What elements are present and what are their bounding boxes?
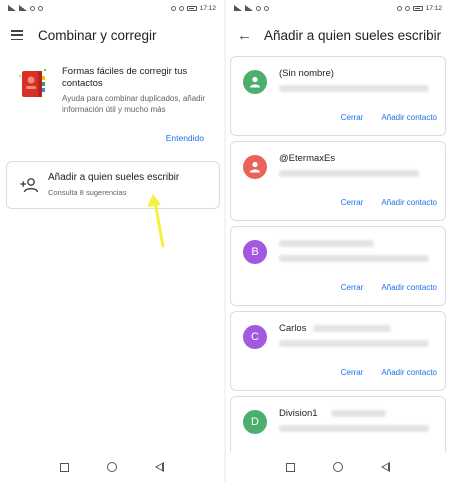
avatar: C (243, 325, 267, 349)
back-icon[interactable] (155, 462, 164, 472)
battery-icon (186, 5, 197, 11)
contact-card: (Sin nombre) Cerrar Añadir contacto (230, 56, 446, 136)
wifi-icon (256, 5, 261, 11)
battery-icon (412, 5, 423, 11)
system-nav-bar (0, 452, 224, 482)
tip-description: Ayuda para combinar duplicados, añadir i… (62, 94, 206, 114)
back-arrow-icon[interactable]: ← (237, 28, 252, 43)
blurred-detail (279, 255, 429, 262)
nfc-icon (170, 5, 176, 11)
home-icon[interactable] (333, 462, 343, 472)
signal-icon (8, 5, 16, 11)
signal-icon (245, 5, 253, 11)
blurred-name (279, 240, 374, 247)
left-screen: 17:12 Combinar y corregir Formas fáciles… (0, 0, 224, 482)
add-contact-button[interactable]: Añadir contacto (381, 368, 437, 377)
status-time: 17:12 (199, 4, 216, 12)
add-contact-button[interactable]: Añadir contacto (381, 198, 437, 207)
status-time: 17:12 (425, 4, 442, 12)
blurred-detail (279, 425, 429, 432)
recent-apps-icon[interactable] (60, 462, 69, 472)
add-contact-button[interactable]: Añadir contacto (381, 113, 437, 122)
right-screen: 17:12 ← Añadir a quien sueles escribir (… (226, 0, 450, 482)
avatar: B (243, 240, 267, 264)
got-it-button[interactable]: Entendido (166, 133, 204, 143)
notification-icon (264, 5, 269, 11)
contact-card: @EtermaxEs Cerrar Añadir contacto (230, 141, 446, 221)
close-button[interactable]: Cerrar (341, 113, 364, 122)
tip-title: Formas fáciles de corregir tus contactos (62, 66, 188, 89)
contact-name: (Sin nombre) (279, 68, 334, 79)
wifi-icon (30, 5, 35, 11)
contacts-book-illustration-icon (19, 69, 46, 97)
avatar (243, 155, 267, 179)
home-icon[interactable] (107, 462, 117, 472)
bluetooth-icon (178, 5, 184, 11)
contact-name: @EtermaxEs (279, 153, 336, 164)
blurred-detail (279, 170, 419, 177)
signal-icon (234, 5, 242, 11)
person-icon (250, 76, 260, 88)
app-bar: ← Añadir a quien sueles escribir (226, 16, 450, 54)
page-title: Combinar y corregir (38, 27, 157, 43)
back-icon[interactable] (381, 462, 390, 472)
menu-icon[interactable] (11, 30, 23, 40)
bluetooth-icon (404, 5, 410, 11)
person-add-icon (20, 178, 38, 193)
close-button[interactable]: Cerrar (341, 283, 364, 292)
nfc-icon (396, 5, 402, 11)
add-contact-button[interactable]: Añadir contacto (381, 283, 437, 292)
app-bar: Combinar y corregir (0, 16, 224, 54)
add-frequent-contacts-card[interactable]: Añadir a quien sueles escribir Consulta … (6, 161, 220, 209)
add-card-subtitle: Consulta 8 sugerencias (48, 188, 127, 197)
recent-apps-icon[interactable] (286, 462, 295, 472)
avatar (243, 70, 267, 94)
blurred-surname (331, 410, 386, 417)
contact-name: Division1 (279, 408, 318, 419)
add-card-title: Añadir a quien sueles escribir (48, 172, 180, 183)
blurred-detail (279, 340, 429, 347)
contact-card: B Cerrar Añadir contacto (230, 226, 446, 306)
signal-icon (19, 5, 27, 11)
contact-name: Carlos (279, 323, 307, 334)
yellow-arrow-icon (147, 194, 165, 248)
notification-icon (38, 5, 43, 11)
blurred-detail (279, 85, 429, 92)
status-bar: 17:12 (0, 0, 224, 16)
contact-card: C Carlos Cerrar Añadir contacto (230, 311, 446, 391)
close-button[interactable]: Cerrar (341, 198, 364, 207)
person-icon (250, 161, 260, 173)
status-bar: 17:12 (226, 0, 450, 16)
blurred-surname (313, 325, 391, 332)
page-title: Añadir a quien sueles escribir (264, 27, 442, 43)
close-button[interactable]: Cerrar (341, 368, 364, 377)
avatar: D (243, 410, 267, 434)
system-nav-bar (226, 452, 450, 482)
